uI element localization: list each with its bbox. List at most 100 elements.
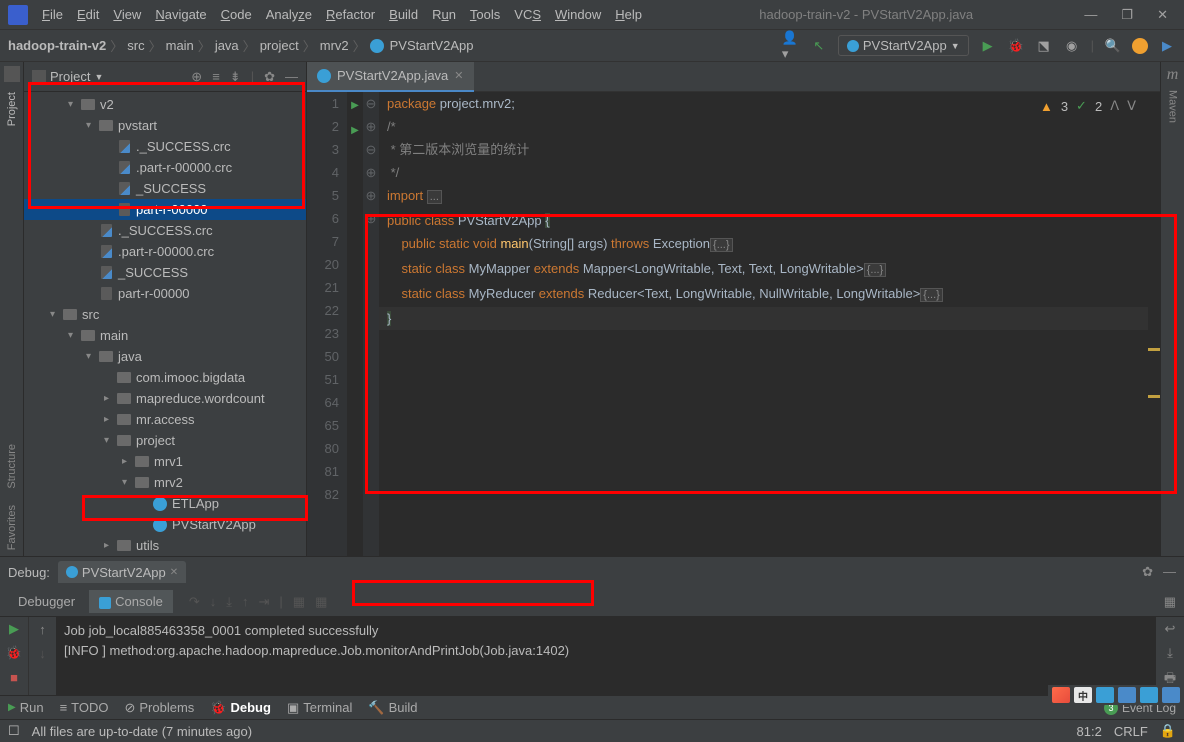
- build-tool[interactable]: 🔨Build: [368, 700, 417, 716]
- favorites-tool-label[interactable]: Favorites: [6, 499, 18, 556]
- menu-refactor[interactable]: Refactor: [320, 7, 381, 22]
- line-ending[interactable]: CRLF: [1114, 724, 1148, 739]
- project-tool-icon[interactable]: [4, 66, 20, 82]
- crumb[interactable]: mrv2: [320, 38, 349, 53]
- back-icon[interactable]: ↖: [810, 37, 828, 55]
- debug-settings-icon[interactable]: ✿: [1142, 564, 1153, 580]
- ime-sogou-icon[interactable]: [1052, 687, 1070, 703]
- debug-tool[interactable]: 🐞Debug: [210, 700, 271, 716]
- tree-row[interactable]: ▾project: [24, 430, 306, 451]
- console-output[interactable]: Job job_local885463358_0001 completed su…: [56, 617, 1156, 695]
- ime-menu-icon[interactable]: [1162, 687, 1180, 703]
- tree-row[interactable]: ▸utils: [24, 535, 306, 556]
- ime-keyboard-icon[interactable]: [1140, 687, 1158, 703]
- menu-navigate[interactable]: Navigate: [149, 7, 212, 22]
- up-stack-icon[interactable]: ↑: [35, 621, 51, 637]
- profile-icon[interactable]: ◉: [1063, 37, 1081, 55]
- todo-tool[interactable]: ≡TODO: [60, 700, 109, 715]
- console-tab[interactable]: Console: [89, 590, 173, 613]
- run-button[interactable]: ▶: [979, 37, 997, 55]
- debug-tab[interactable]: PVStartV2App ✕: [58, 561, 186, 583]
- crumb[interactable]: PVStartV2App: [390, 38, 474, 53]
- tree-row[interactable]: PVStartV2App: [24, 514, 306, 535]
- tree-row[interactable]: ▸mrv1: [24, 451, 306, 472]
- tree-row[interactable]: ▾v2: [24, 94, 306, 115]
- expand-all-icon[interactable]: ≡: [212, 69, 220, 85]
- menu-window[interactable]: Window: [549, 7, 607, 22]
- down-stack-icon[interactable]: ↓: [35, 645, 51, 661]
- status-icon[interactable]: ☐: [8, 723, 20, 739]
- menu-build[interactable]: Build: [383, 7, 424, 22]
- tree-row[interactable]: _SUCCESS: [24, 178, 306, 199]
- tree-row[interactable]: part-r-00000: [24, 199, 306, 220]
- project-tool-label[interactable]: Project: [6, 86, 18, 132]
- menu-analyze[interactable]: Analyze: [260, 7, 318, 22]
- hide-icon[interactable]: —: [285, 69, 298, 85]
- menu-run[interactable]: Run: [426, 7, 462, 22]
- tree-row[interactable]: ._SUCCESS.crc: [24, 136, 306, 157]
- problems-tool[interactable]: ⊘Problems: [124, 700, 194, 716]
- close-button[interactable]: ✕: [1157, 7, 1168, 23]
- select-opened-icon[interactable]: ⊕: [191, 69, 202, 85]
- update-icon[interactable]: [1132, 38, 1148, 54]
- menu-vcs[interactable]: VCS: [508, 7, 547, 22]
- editor-tab[interactable]: PVStartV2App.java ✕: [307, 62, 474, 92]
- soft-wrap-icon[interactable]: ↩: [1165, 621, 1176, 637]
- debug-button[interactable]: 🐞: [1007, 37, 1025, 55]
- minimize-button[interactable]: —: [1084, 7, 1097, 23]
- rerun-debug-icon[interactable]: 🐞: [6, 645, 22, 661]
- structure-tool-label[interactable]: Structure: [6, 438, 18, 495]
- lock-icon[interactable]: 🔒: [1160, 723, 1176, 739]
- tree-row[interactable]: .part-r-00000.crc: [24, 241, 306, 262]
- ime-lang-icon[interactable]: 中: [1074, 687, 1092, 703]
- menu-help[interactable]: Help: [609, 7, 648, 22]
- crumb[interactable]: java: [215, 38, 239, 53]
- debugger-tab[interactable]: Debugger: [8, 590, 85, 613]
- user-icon[interactable]: 👤▾: [782, 37, 800, 55]
- coverage-icon[interactable]: ⬔: [1035, 37, 1053, 55]
- menu-code[interactable]: Code: [215, 7, 258, 22]
- tree-row[interactable]: ▾java: [24, 346, 306, 367]
- tree-row[interactable]: .part-r-00000.crc: [24, 157, 306, 178]
- maven-tool-label[interactable]: Maven: [1167, 84, 1179, 129]
- crumb[interactable]: src: [127, 38, 144, 53]
- tree-row[interactable]: com.imooc.bigdata: [24, 367, 306, 388]
- tree-row[interactable]: ETLApp: [24, 493, 306, 514]
- run-config-selector[interactable]: PVStartV2App ▼: [838, 35, 969, 56]
- tree-row[interactable]: ▾pvstart: [24, 115, 306, 136]
- menu-view[interactable]: View: [107, 7, 147, 22]
- terminal-tool[interactable]: ▣Terminal: [287, 700, 352, 716]
- crumb[interactable]: project: [260, 38, 299, 53]
- settings-icon[interactable]: ✿: [264, 69, 275, 85]
- search-icon[interactable]: 🔍: [1104, 37, 1122, 55]
- ime-punct-icon[interactable]: [1096, 687, 1114, 703]
- tree-row[interactable]: ▾main: [24, 325, 306, 346]
- scroll-end-icon[interactable]: ⤓: [1167, 645, 1173, 661]
- close-debug-tab-icon[interactable]: ✕: [170, 567, 178, 578]
- error-stripe[interactable]: [1148, 92, 1160, 556]
- tree-row[interactable]: ▸mr.access: [24, 409, 306, 430]
- maven-icon[interactable]: m: [1167, 66, 1179, 84]
- tree-row[interactable]: part-r-00000: [24, 283, 306, 304]
- tree-row[interactable]: ▾src: [24, 304, 306, 325]
- ime-mic-icon[interactable]: [1118, 687, 1136, 703]
- menu-tools[interactable]: Tools: [464, 7, 506, 22]
- collapse-all-icon[interactable]: ⇟: [230, 69, 241, 85]
- crumb[interactable]: hadoop-train-v2: [8, 38, 106, 53]
- tree-row[interactable]: ▾mrv2: [24, 472, 306, 493]
- layout-icon[interactable]: ▦: [1164, 594, 1176, 609]
- rerun-icon[interactable]: ▶: [6, 621, 22, 637]
- maximize-button[interactable]: ❐: [1121, 7, 1133, 23]
- debug-hide-icon[interactable]: —: [1163, 564, 1176, 580]
- stop-icon[interactable]: ■: [6, 669, 22, 685]
- tree-row[interactable]: ._SUCCESS.crc: [24, 220, 306, 241]
- menu-file[interactable]: File: [36, 7, 69, 22]
- tree-row[interactable]: _SUCCESS: [24, 262, 306, 283]
- run-tool[interactable]: ▶Run: [8, 700, 44, 715]
- code-content[interactable]: package project.mrv2; /* * 第二版本浏览量的统计 */…: [379, 92, 1160, 556]
- tree-row[interactable]: ▸mapreduce.wordcount: [24, 388, 306, 409]
- inspection-status[interactable]: ▲3 ✓2 ᐱᐯ: [1040, 98, 1136, 114]
- caret-position[interactable]: 81:2: [1077, 724, 1102, 739]
- toolbox-icon[interactable]: ▶: [1158, 37, 1176, 55]
- menu-edit[interactable]: Edit: [71, 7, 105, 22]
